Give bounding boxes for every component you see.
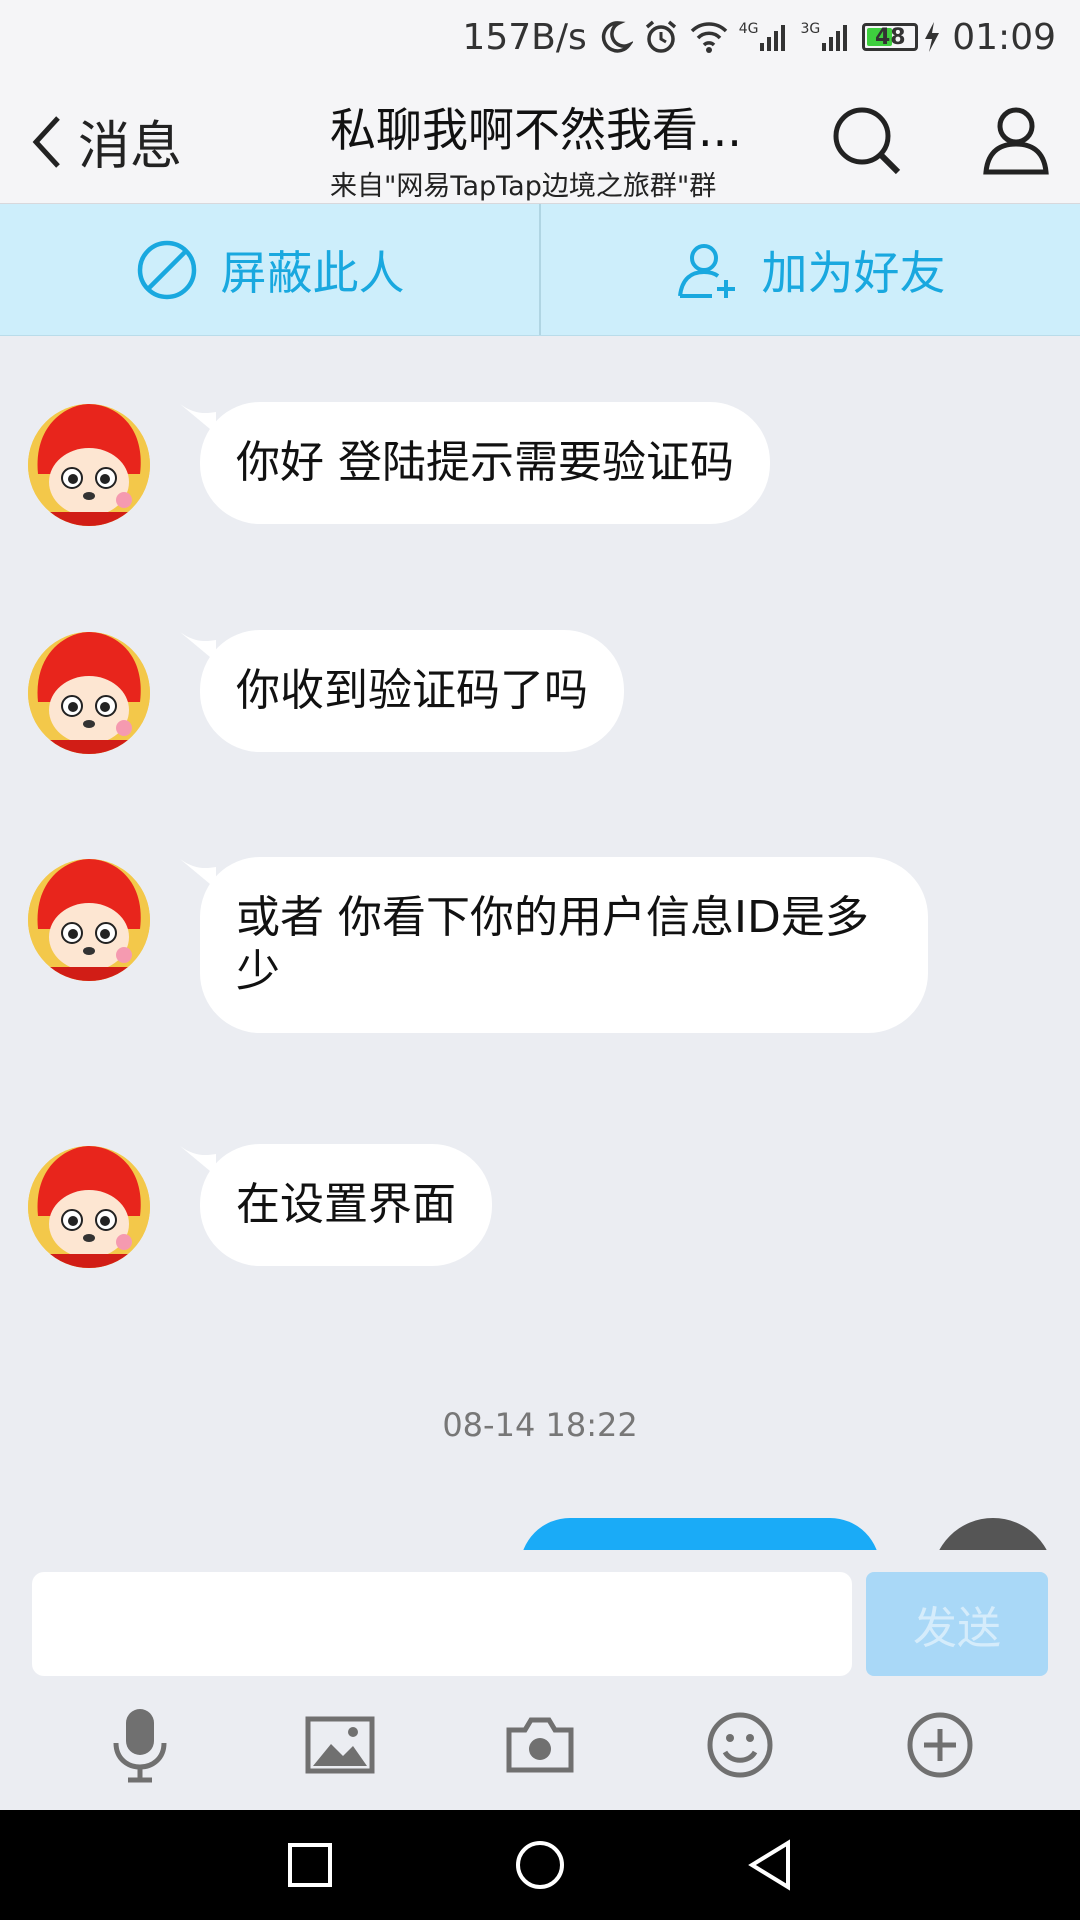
camera-icon (506, 1717, 574, 1773)
my-avatar[interactable] (932, 1518, 1054, 1550)
avatar[interactable] (28, 632, 150, 754)
message-bubble[interactable]: 你收到验证码了吗 (200, 630, 624, 752)
avatar[interactable] (28, 859, 150, 981)
message-bubble[interactable]: 你好 登陆提示需要验证码 (200, 402, 770, 524)
signal-icon (760, 25, 786, 51)
battery-icon: 48 (862, 23, 919, 51)
wifi-icon (690, 22, 727, 53)
avatar[interactable] (28, 1146, 150, 1268)
signal-3g: 3G (800, 21, 852, 53)
microphone-icon (113, 1709, 167, 1783)
message-bubble[interactable]: 在设置界面 (200, 1144, 492, 1266)
back-nav-icon[interactable] (746, 1839, 794, 1891)
send-button[interactable]: 发送 (866, 1572, 1048, 1676)
composer-toolbar (0, 1680, 1080, 1810)
clock: 01:09 (952, 16, 1056, 58)
block-icon (137, 240, 196, 299)
cartoon-avatar-icon (28, 859, 150, 981)
image-icon (305, 1716, 375, 1774)
signal-3g-label: 3G (800, 21, 821, 37)
cartoon-avatar-icon (28, 1146, 150, 1268)
back-button[interactable]: 消息 (30, 104, 182, 179)
back-label: 消息 (78, 117, 183, 177)
chat-subtitle: 来自"网易TapTap边境之旅群"群 (330, 171, 717, 202)
chat-title-block: 私聊我啊不然我看... 来自"网易TapTap边境之旅群"群 (330, 94, 750, 203)
message-list[interactable]: 你好 登陆提示需要验证码 你收到验证码了吗 或者 你看下你的用户信息ID是多少 … (0, 336, 1080, 1550)
message-input[interactable] (32, 1572, 852, 1676)
chat-title: 私聊我啊不然我看... (330, 103, 742, 157)
network-speed: 157B/s (462, 16, 587, 58)
add-friend-label: 加为好友 (761, 245, 946, 300)
emoji-button[interactable] (700, 1705, 780, 1785)
signal-icon (822, 25, 848, 51)
outgoing-message-bubble[interactable] (520, 1518, 880, 1550)
system-navigation-bar (0, 1810, 1080, 1920)
block-user-label: 屏蔽此人 (220, 245, 405, 300)
emoji-icon (707, 1712, 773, 1778)
signal-4g-label: 4G (738, 21, 759, 37)
add-friend-button[interactable]: 加为好友 (539, 204, 1080, 335)
search-icon[interactable] (828, 102, 904, 178)
more-button[interactable] (900, 1705, 980, 1785)
charging-icon (925, 22, 940, 52)
add-friend-icon (677, 243, 735, 298)
chat-header: 消息 私聊我啊不然我看... 来自"网易TapTap边境之旅群"群 (0, 74, 1080, 204)
stranger-action-bar: 屏蔽此人 加为好友 (0, 204, 1080, 336)
battery: 48 (862, 20, 942, 54)
recent-apps-icon[interactable] (286, 1841, 334, 1889)
cartoon-avatar-icon (28, 404, 150, 526)
chevron-left-icon (32, 115, 60, 168)
camera-button[interactable] (500, 1705, 580, 1785)
profile-icon[interactable] (978, 102, 1054, 178)
photo-button[interactable] (300, 1705, 380, 1785)
cartoon-avatar-icon (28, 632, 150, 754)
message-bubble[interactable]: 或者 你看下你的用户信息ID是多少 (200, 857, 928, 1033)
status-bar: 157B/s 4G 3G 48 01:09 (0, 0, 1080, 74)
moon-icon (601, 21, 633, 53)
message-timestamp: 08-14 18:22 (442, 1406, 638, 1444)
composer: 发送 (0, 1550, 1080, 1680)
plus-icon (907, 1712, 973, 1778)
signal-4g: 4G (739, 21, 791, 53)
block-user-button[interactable]: 屏蔽此人 (0, 204, 539, 335)
alarm-icon (645, 20, 676, 53)
avatar[interactable] (28, 404, 150, 526)
home-icon[interactable] (514, 1839, 566, 1891)
battery-level: 48 (874, 24, 906, 50)
voice-button[interactable] (100, 1705, 180, 1785)
